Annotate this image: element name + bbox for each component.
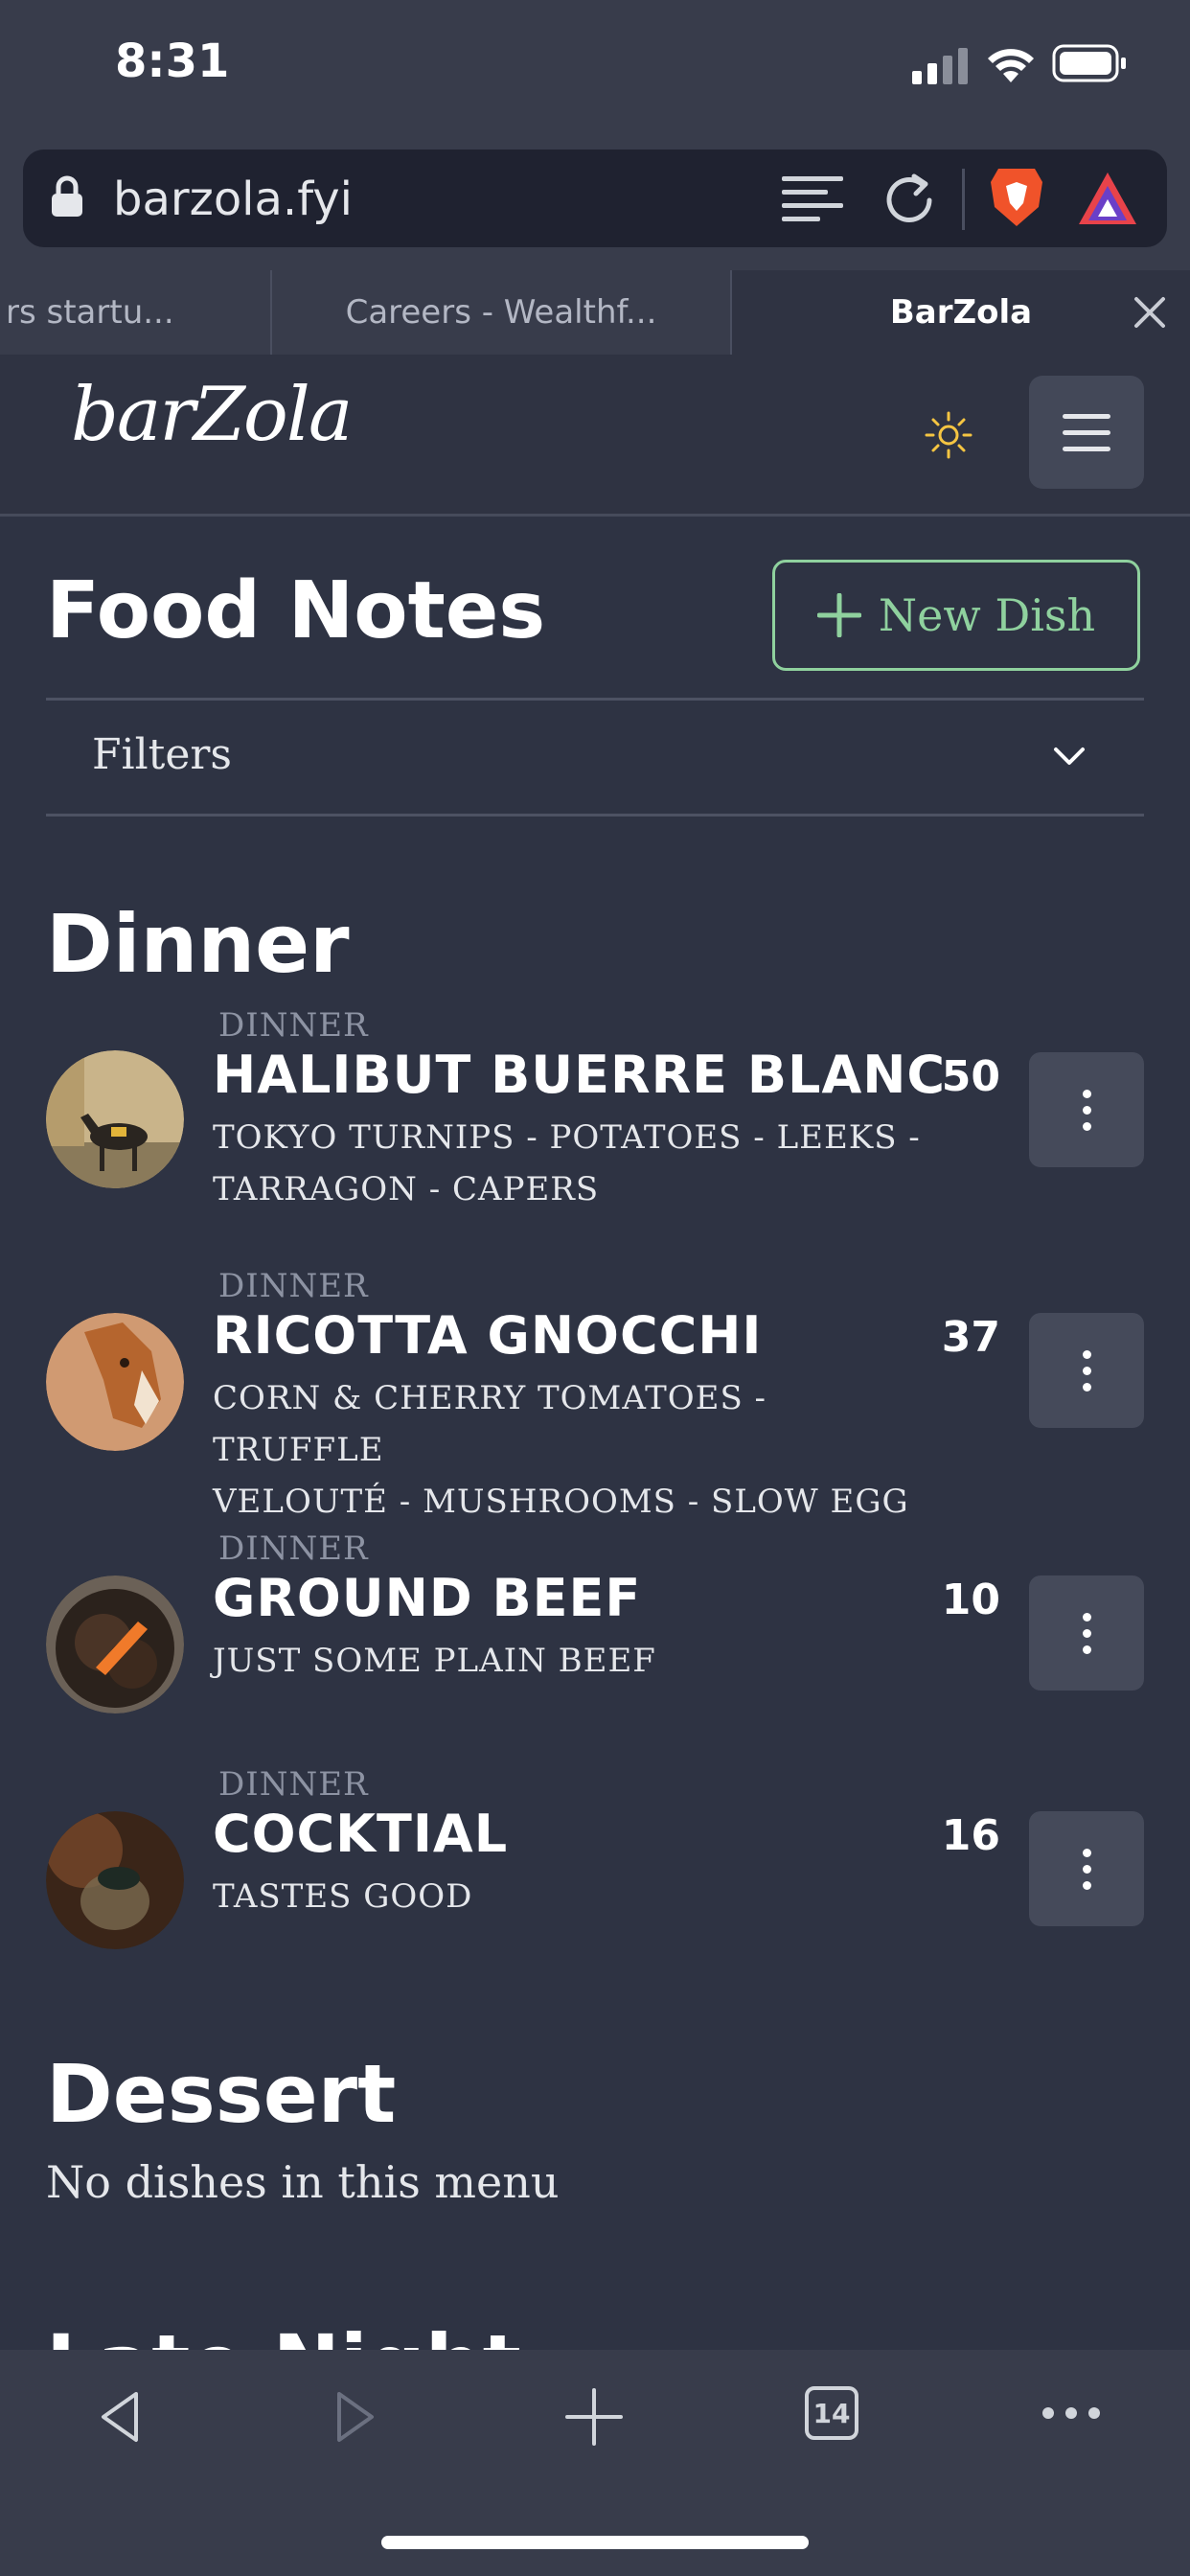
dish-category: DINNER <box>218 1765 369 1804</box>
new-tab-icon[interactable] <box>563 2386 625 2448</box>
dish-count: 50 <box>941 1052 1000 1101</box>
menu-line <box>1063 446 1110 451</box>
dish-category: DINNER <box>218 1530 369 1568</box>
forward-icon[interactable] <box>332 2390 379 2444</box>
reader-mode-icon[interactable] <box>782 172 847 226</box>
cocktail-image <box>46 1811 184 1949</box>
reload-icon[interactable] <box>881 172 937 228</box>
dish-thumbnail[interactable] <box>46 1576 184 1717</box>
dish-options-button[interactable] <box>1029 1052 1144 1167</box>
new-dish-button[interactable]: New Dish <box>772 560 1140 671</box>
horse-painting-image <box>46 1050 184 1188</box>
dot <box>1082 1628 1091 1638</box>
dot <box>1082 1121 1091 1131</box>
tab-startup[interactable]: rs startu... <box>0 270 276 355</box>
dish-count: 37 <box>941 1313 1000 1362</box>
site-logo[interactable]: barZola <box>71 372 353 458</box>
dish-thumbnail[interactable] <box>46 1050 184 1192</box>
url-bar-divider <box>962 169 965 230</box>
battery-icon <box>1052 44 1126 82</box>
menu-line <box>1063 413 1110 419</box>
dish-name[interactable]: COCKTIAL <box>213 1804 508 1864</box>
dish-description-line: CORN & CHERRY TOMATOES - TRUFFLE <box>213 1379 767 1469</box>
dish-name[interactable]: GROUND BEEF <box>213 1568 641 1628</box>
dish-description: TASTES GOOD <box>213 1871 922 1922</box>
tab-label: rs startu... <box>6 293 174 332</box>
dish-description: JUST SOME PLAIN BEEF <box>213 1635 922 1687</box>
dot <box>1082 1366 1091 1375</box>
dish-options-button[interactable] <box>1029 1811 1144 1926</box>
tab-barzola[interactable]: BarZola <box>732 270 1190 355</box>
dish-options-button[interactable] <box>1029 1576 1144 1690</box>
dish-description: TOKYO TURNIPS - POTATOES - LEEKS - TARRA… <box>213 1112 922 1215</box>
tab-count: 14 <box>812 2397 851 2429</box>
dish-count: 16 <box>941 1811 1000 1860</box>
dish-name[interactable]: HALIBUT BUERRE BLANC <box>213 1045 946 1105</box>
lock-icon <box>52 175 82 217</box>
dish-options-button[interactable] <box>1029 1313 1144 1428</box>
dish-description-line: TASTES GOOD <box>213 1877 473 1916</box>
horse-head-image <box>46 1313 184 1451</box>
sun-icon[interactable] <box>924 410 973 460</box>
dish-description-line: TARRAGON - CAPERS <box>213 1170 600 1208</box>
brave-shield-icon[interactable] <box>987 165 1046 230</box>
dot <box>1082 1382 1091 1392</box>
filters-label: Filters <box>92 730 233 779</box>
close-tab-icon[interactable] <box>1133 295 1167 330</box>
dish-description-line: VELOUTÉ - MUSHROOMS - SLOW EGG <box>213 1483 909 1521</box>
dish-description-line: JUST SOME PLAIN BEEF <box>213 1642 656 1680</box>
ground-beef-image <box>46 1576 184 1714</box>
dish-thumbnail[interactable] <box>46 1313 184 1455</box>
chevron-down-icon[interactable] <box>1052 746 1087 769</box>
brave-rewards-icon[interactable] <box>1077 171 1138 226</box>
plus-icon <box>816 593 861 637</box>
url-text[interactable]: barzola.fyi <box>113 172 353 226</box>
more-icon[interactable] <box>1041 2404 1102 2423</box>
dish-count: 10 <box>941 1576 1000 1624</box>
status-time: 8:31 <box>115 34 230 88</box>
dish-description: CORN & CHERRY TOMATOES - TRUFFLE VELOUTÉ… <box>213 1372 922 1528</box>
tab-label: BarZola <box>889 293 1033 332</box>
tab-careers[interactable]: Careers - Wealthf... <box>272 270 730 355</box>
dot <box>1082 1848 1091 1857</box>
signal-icon <box>912 48 968 84</box>
dot <box>1082 1880 1091 1890</box>
dish-name[interactable]: RICOTTA GNOCCHI <box>213 1305 762 1366</box>
dot <box>1082 1612 1091 1622</box>
menu-line <box>1063 429 1110 435</box>
section-title-dinner: Dinner <box>46 897 350 991</box>
home-indicator[interactable] <box>381 2536 809 2549</box>
hamburger-menu-button[interactable] <box>1029 376 1144 489</box>
new-dish-label: New Dish <box>878 589 1096 641</box>
tab-label: Careers - Wealthf... <box>345 293 657 332</box>
dish-category: DINNER <box>218 1006 369 1045</box>
empty-menu-text: No dishes in this menu <box>46 2156 560 2208</box>
dot <box>1082 1349 1091 1359</box>
section-title-dessert: Dessert <box>46 2047 397 2141</box>
dot <box>1082 1089 1091 1098</box>
dot <box>1082 1864 1091 1874</box>
back-icon[interactable] <box>96 2390 144 2444</box>
tabs-button[interactable]: 14 <box>805 2386 858 2440</box>
dot <box>1082 1105 1091 1115</box>
dot <box>1082 1644 1091 1654</box>
page-title: Food Notes <box>46 565 546 656</box>
dish-description-line: TOKYO TURNIPS - POTATOES - LEEKS - <box>213 1118 921 1157</box>
wifi-icon <box>988 49 1034 82</box>
dish-thumbnail[interactable] <box>46 1811 184 1953</box>
dish-category: DINNER <box>218 1267 369 1305</box>
